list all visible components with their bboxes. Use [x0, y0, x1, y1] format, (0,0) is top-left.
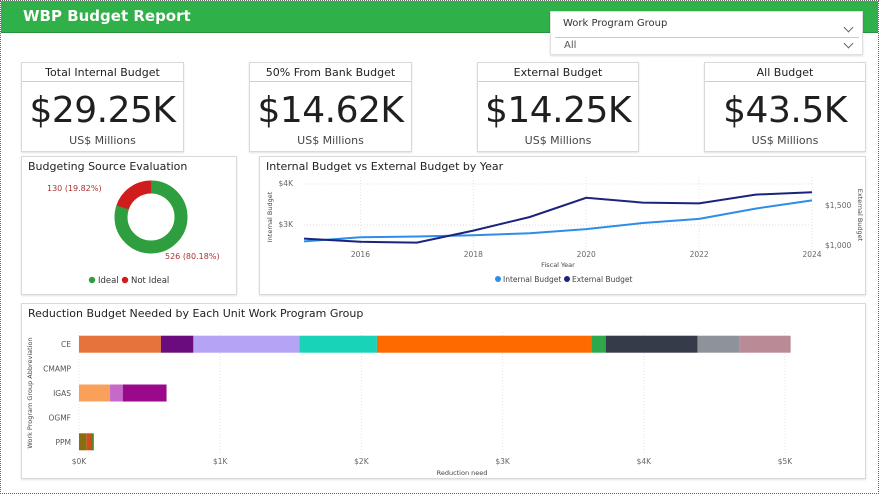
kpi-card-all-budget[interactable]: All Budget $43.5K US$ Millions — [704, 62, 866, 152]
y-right-axis-title: External Budget — [856, 189, 864, 242]
category-label: OGMF — [49, 413, 72, 422]
x-tick-label: 2024 — [802, 250, 821, 259]
y-left-axis-title: Internal Budget — [266, 191, 274, 242]
slicer-label: Work Program Group — [563, 18, 668, 29]
chevron-down-icon[interactable] — [843, 38, 854, 49]
legend-label: Internal Budget — [503, 275, 561, 284]
bar-segment-ce — [697, 335, 740, 353]
x-tick-label: 2018 — [464, 250, 483, 259]
reduction-budget-panel[interactable]: Reduction Budget Needed by Each Unit Wor… — [21, 303, 866, 479]
y-axis-title: Work Program Group Abbreviation — [26, 337, 34, 448]
kpi-unit: US$ Millions — [524, 134, 592, 147]
x-tick-label: 2022 — [690, 250, 709, 259]
kpi-title: Total Internal Budget — [22, 63, 183, 82]
kpi-card-total-internal[interactable]: Total Internal Budget $29.25K US$ Millio… — [21, 62, 184, 152]
x-tick-label: 2020 — [577, 250, 596, 259]
collapse-chevron-icon[interactable] — [843, 22, 854, 33]
kpi-card-bank-budget[interactable]: 50% From Bank Budget $14.62K US$ Million… — [249, 62, 412, 152]
bar-segment-ce — [605, 335, 698, 353]
y-right-tick-label: $1,000 — [825, 241, 851, 250]
kpi-card-external[interactable]: External Budget $14.25K US$ Millions — [477, 62, 639, 152]
legend-not-ideal-marker — [121, 276, 129, 284]
category-label: PPM — [55, 438, 71, 447]
legend-ideal-label: Ideal — [98, 276, 119, 286]
x-tick-label: 2016 — [351, 250, 370, 259]
bar-segment-igas — [110, 384, 123, 402]
kpi-title: External Budget — [478, 63, 638, 82]
x-axis-title: Reduction need — [437, 469, 488, 477]
kpi-value: $29.25K — [29, 90, 176, 131]
x-tick-label: $4K — [637, 457, 653, 466]
x-tick-label: $5K — [778, 457, 794, 466]
work-program-group-slicer[interactable]: Work Program Group All — [550, 11, 863, 55]
donut-chart[interactable]: 130 (19.82%) 526 (80.18%) Ideal Not Idea… — [22, 157, 238, 296]
bar-segment-ppm — [91, 433, 94, 451]
report-title: WBP Budget Report — [23, 7, 191, 25]
x-tick-label: $0K — [72, 457, 88, 466]
x-axis-title: Fiscal Year — [541, 261, 575, 269]
x-tick-label: $3K — [495, 457, 511, 466]
bar-segment-ce — [376, 335, 592, 353]
budgeting-source-panel[interactable]: Budgeting Source Evaluation 130 (19.82%)… — [21, 156, 237, 295]
kpi-value: $43.5K — [723, 90, 847, 131]
line-chart[interactable]: 2016 2018 2020 2022 2024$4K$3K$1,500$1,000In… — [260, 157, 867, 296]
internal-vs-external-panel[interactable]: Internal Budget vs External Budget by Ye… — [259, 156, 866, 295]
donut-label-ideal: 526 (80.18%) — [165, 252, 220, 261]
category-label: CE — [61, 340, 71, 349]
y-left-tick-label: $4K — [279, 179, 295, 188]
bar-segment-ce — [193, 335, 300, 353]
report-canvas: WBP Budget Report Work Program Group All… — [0, 0, 879, 494]
kpi-unit: US$ Millions — [69, 134, 136, 147]
bar-segment-ce — [299, 335, 377, 353]
kpi-value: $14.25K — [484, 90, 632, 131]
bar-segment-ppm — [86, 433, 92, 451]
kpi-value: $14.62K — [257, 90, 404, 131]
kpi-title: All Budget — [705, 63, 865, 82]
bar-segment-ce — [739, 335, 791, 353]
legend-not-ideal-label: Not Ideal — [131, 276, 169, 286]
legend-label: External Budget — [572, 275, 633, 284]
slicer-selected-value: All — [564, 40, 577, 51]
bar-segment-igas — [79, 384, 111, 402]
legend-marker — [495, 276, 501, 282]
y-left-tick-label: $3K — [279, 220, 295, 229]
kpi-unit: US$ Millions — [297, 134, 364, 147]
category-label: IGAS — [53, 389, 71, 398]
x-tick-label: $2K — [354, 457, 370, 466]
series-line-external-budget — [303, 191, 813, 244]
stacked-bar-chart[interactable]: $0K $1K $2K $3K $4K $5K Work Program Group Abb… — [22, 304, 867, 480]
kpi-title: 50% From Bank Budget — [250, 63, 411, 82]
donut-label-not-ideal: 130 (19.82%) — [47, 184, 102, 193]
x-tick-label: $1K — [213, 457, 229, 466]
slicer-dropdown[interactable]: All — [555, 37, 859, 53]
kpi-unit: US$ Millions — [751, 134, 819, 147]
category-label: CMAMP — [43, 365, 71, 374]
bar-segment-ce — [591, 335, 606, 353]
bar-segment-igas — [122, 384, 167, 402]
y-right-tick-label: $1,500 — [825, 201, 851, 210]
legend-marker — [564, 276, 570, 282]
legend-ideal-marker — [88, 276, 96, 284]
bar-segment-ce — [79, 335, 161, 353]
bar-segment-ce — [160, 335, 194, 353]
bar-segment-ppm — [79, 433, 87, 451]
